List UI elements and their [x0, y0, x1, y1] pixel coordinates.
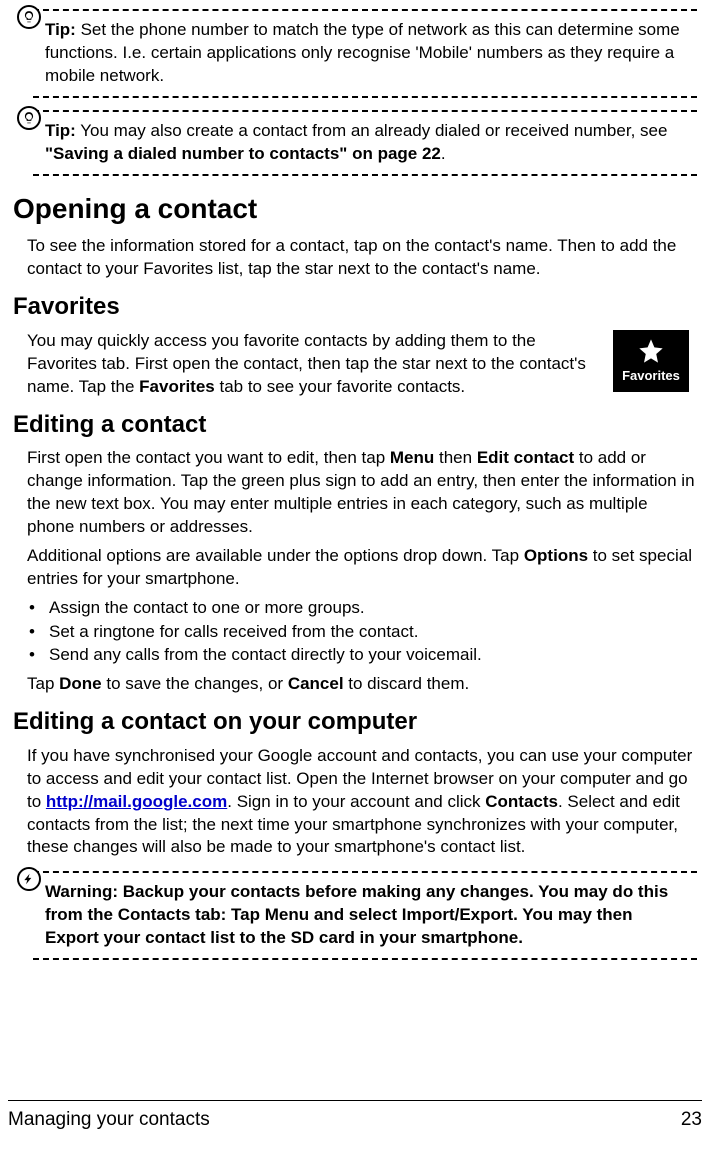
- editing-bullets: Assign the contact to one or more groups…: [27, 597, 697, 668]
- favorites-body: You may quickly access you favorite cont…: [27, 330, 685, 399]
- tip-body: Set the phone number to match the type o…: [45, 20, 680, 85]
- page-footer: Managing your contacts 23: [8, 1100, 702, 1133]
- heading-opening-contact: Opening a contact: [13, 190, 697, 228]
- star-icon: [637, 337, 665, 365]
- heading-editing-contact: Editing a contact: [13, 409, 697, 441]
- footer-page-number: 23: [681, 1107, 702, 1133]
- tip-1-text: Tip: Set the phone number to match the t…: [13, 17, 697, 94]
- list-item: Send any calls from the contact directly…: [27, 644, 697, 667]
- editing-p3: Tap Done to save the changes, or Cancel …: [27, 673, 697, 696]
- bold-favorites: Favorites: [139, 377, 215, 396]
- footer-section: Managing your contacts: [8, 1107, 210, 1133]
- list-item: Assign the contact to one or more groups…: [27, 597, 697, 620]
- opening-contact-body: To see the information stored for a cont…: [27, 235, 697, 281]
- list-item: Set a ringtone for calls received from t…: [27, 621, 697, 644]
- warning-block: Warning: Backup your contacts before mak…: [13, 871, 697, 960]
- tip-block-1: Tip: Set the phone number to match the t…: [13, 9, 697, 98]
- editing-computer-body: If you have synchronised your Google acc…: [27, 745, 697, 860]
- gmail-link[interactable]: http://mail.google.com: [46, 792, 227, 811]
- editing-p1: First open the contact you want to edit,…: [27, 447, 697, 539]
- cross-reference: "Saving a dialed number to contacts" on …: [45, 144, 441, 163]
- tip-block-2: Tip: You may also create a contact from …: [13, 110, 697, 176]
- heading-favorites: Favorites: [13, 291, 697, 323]
- tip-2-text: Tip: You may also create a contact from …: [13, 118, 697, 172]
- lightbulb-icon: [17, 106, 41, 130]
- editing-p2: Additional options are available under t…: [27, 545, 697, 591]
- heading-editing-computer: Editing a contact on your computer: [13, 706, 697, 738]
- warning-text: Warning: Backup your contacts before mak…: [13, 879, 697, 956]
- tip-body: You may also create a contact from an al…: [76, 121, 668, 140]
- tip-label: Tip:: [45, 20, 76, 39]
- favorites-tab-image: Favorites: [613, 330, 689, 392]
- favorites-badge-label: Favorites: [622, 367, 680, 385]
- tip-label: Tip:: [45, 121, 76, 140]
- lightbulb-icon: [17, 5, 41, 29]
